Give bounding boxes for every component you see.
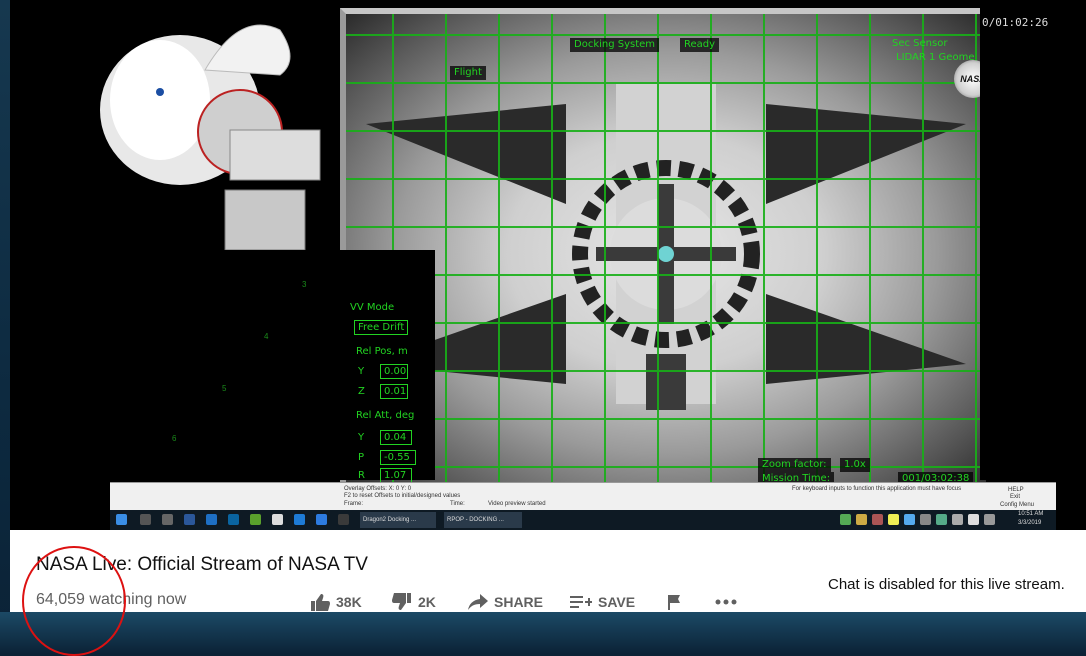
dragon-capsule-highlight — [110, 40, 210, 160]
save-label: SAVE — [598, 594, 636, 610]
more-actions-button[interactable] — [714, 592, 738, 612]
hud-zoom-value: 1.0x — [840, 458, 870, 472]
app-status-bar: Overlay Offsets: X: 0 Y: 0 F2 to reset O… — [110, 482, 1056, 511]
nasa-meatball-decal — [156, 88, 164, 96]
hud-docking-system-label: Docking System — [570, 38, 660, 52]
tray-icon-6[interactable] — [920, 514, 931, 525]
rel-pos-label: Rel Pos, m — [356, 346, 408, 357]
taskbar-app-rpop[interactable]: RPOP - DOCKING ... — [444, 512, 522, 528]
app-white-icon[interactable] — [272, 514, 283, 525]
pos-y-label: Y — [358, 366, 365, 377]
tray-icon-5[interactable] — [904, 514, 915, 525]
stream-timer: 0/01:02:26 — [982, 16, 1049, 29]
star-number-1: 3 — [302, 280, 307, 289]
reset-offsets-text: F2 to reset Offsets to initial/designed … — [344, 493, 461, 499]
hud-lidar-label: LIDAR 1 Geome — [896, 52, 975, 63]
video-player[interactable]: NASA 3 4 5 6 Flight Docking System Ready — [10, 0, 1086, 530]
tray-icon-8[interactable] — [952, 514, 963, 525]
page-bottom-strip — [0, 612, 1086, 654]
att-p-value: -0.55 — [380, 450, 416, 465]
tray-icon-9[interactable] — [968, 514, 979, 525]
dislike-button[interactable]: 2K — [392, 592, 436, 612]
save-playlist-icon — [570, 596, 592, 608]
task-view-icon[interactable] — [162, 514, 173, 525]
iss-docking-adapter — [229, 129, 321, 181]
att-p-label: P — [358, 452, 365, 463]
tray-icon-3[interactable] — [872, 514, 883, 525]
pos-z-label: Z — [358, 386, 365, 397]
hud-zoom-label: Zoom factor: — [758, 458, 831, 472]
keyboard-note: For keyboard inputs to function this app… — [792, 486, 962, 492]
share-label: SHARE — [494, 594, 544, 610]
app-dark-icon[interactable] — [338, 514, 349, 525]
skype-icon[interactable] — [228, 514, 239, 525]
thumbs-down-icon — [392, 593, 411, 610]
thumbs-up-icon — [311, 594, 330, 611]
taskbar-clock-date[interactable]: 3/3/2019 — [1018, 520, 1041, 526]
exit-button[interactable]: Exit — [1010, 494, 1020, 500]
like-count: 38K — [336, 594, 362, 610]
rel-att-label: Rel Att, deg — [356, 410, 415, 421]
att-y-label: Y — [358, 432, 365, 443]
tray-icon-10[interactable] — [984, 514, 995, 525]
frame-text: Frame: — [344, 501, 364, 507]
help-button[interactable]: HELP — [1008, 487, 1024, 493]
video-status-text: Video preview started — [488, 501, 546, 507]
free-drift-box: Free Drift — [354, 320, 409, 335]
video-info-panel: NASA Live: Official Stream of NASA TV 64… — [10, 530, 1086, 612]
telemetry-panel: VV Mode Free Drift Rel Pos, m Y 0.00 Z 0… — [340, 250, 435, 483]
hud-ready-status: Ready — [680, 38, 720, 52]
docking-camera-view: Flight Docking System Ready Sec Sensor L… — [340, 8, 986, 490]
annotation-red-circle — [22, 546, 126, 656]
config-menu-button[interactable]: Config Menu — [1000, 502, 1034, 508]
chat-disabled-notice: Chat is disabled for this live stream. — [828, 576, 1065, 593]
pos-z-value: 0.01 — [380, 384, 408, 399]
flag-icon — [668, 595, 680, 610]
outlook-alt-icon[interactable] — [316, 514, 327, 525]
share-icon — [468, 594, 488, 610]
search-icon[interactable] — [140, 514, 151, 525]
right-side-panel — [980, 0, 1086, 480]
word-icon[interactable] — [184, 514, 195, 525]
overlay-offsets-text: Overlay Offsets: X: 0 Y: 0 — [344, 486, 412, 492]
tray-icon-7[interactable] — [936, 514, 947, 525]
edge-icon[interactable] — [294, 514, 305, 525]
tray-icon-4[interactable] — [888, 514, 899, 525]
save-button[interactable]: SAVE — [570, 592, 635, 612]
starfield-panel: 3 4 5 6 — [10, 250, 340, 480]
vv-mode-label: VV Mode — [350, 302, 395, 313]
alignment-grid — [346, 14, 986, 490]
report-button[interactable] — [666, 592, 682, 612]
dislike-count: 2K — [418, 594, 436, 610]
tray-icon-1[interactable] — [840, 514, 851, 525]
like-button[interactable]: 38K — [310, 592, 362, 612]
windows-start-icon[interactable] — [116, 514, 127, 525]
pos-y-value: 0.00 — [380, 364, 408, 379]
windows-taskbar: Dragon2 Docking ... RPOP - DOCKING ... 1… — [110, 510, 1056, 530]
att-y-value: 0.04 — [380, 430, 412, 445]
tray-icon-2[interactable] — [856, 514, 867, 525]
star-number-2: 4 — [264, 332, 269, 341]
att-r-value: 1.07 — [380, 468, 412, 483]
star-number-4: 6 — [172, 434, 177, 443]
hud-flight-label: Flight — [450, 66, 486, 80]
time-text: Time: — [450, 501, 465, 507]
more-icon — [715, 599, 737, 605]
outlook-icon[interactable] — [206, 514, 217, 525]
att-r-label: R — [358, 470, 365, 481]
star-number-3: 5 — [222, 384, 227, 393]
share-button[interactable]: SHARE — [468, 592, 543, 612]
taskbar-clock-time[interactable]: 10:51 AM — [1018, 511, 1043, 517]
hud-sec-sensor-label: Sec Sensor — [892, 38, 948, 49]
app-green-icon[interactable] — [250, 514, 261, 525]
taskbar-app-dragon2[interactable]: Dragon2 Docking ... — [360, 512, 436, 528]
iss-truss-segment — [224, 189, 306, 251]
